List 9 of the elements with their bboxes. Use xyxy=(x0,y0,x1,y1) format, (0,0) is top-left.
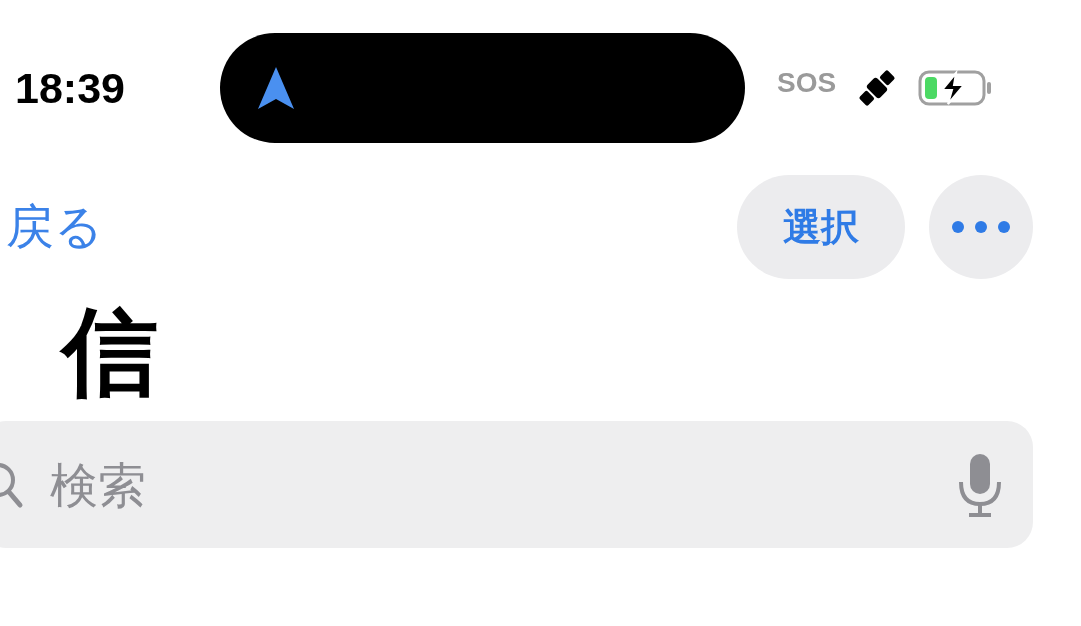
status-time: 18:39 xyxy=(15,63,126,113)
back-link[interactable]: 戻る xyxy=(6,195,737,259)
select-button[interactable]: 選択 xyxy=(737,175,905,279)
microphone-icon xyxy=(957,451,1003,518)
navigation-arrow-icon xyxy=(256,65,296,111)
search-field[interactable]: 検索 xyxy=(48,455,957,514)
search-field[interactable]: 検索 xyxy=(0,421,1033,548)
ellipsis-icon xyxy=(951,220,1011,234)
sos-indicator: SOS xyxy=(777,69,837,100)
